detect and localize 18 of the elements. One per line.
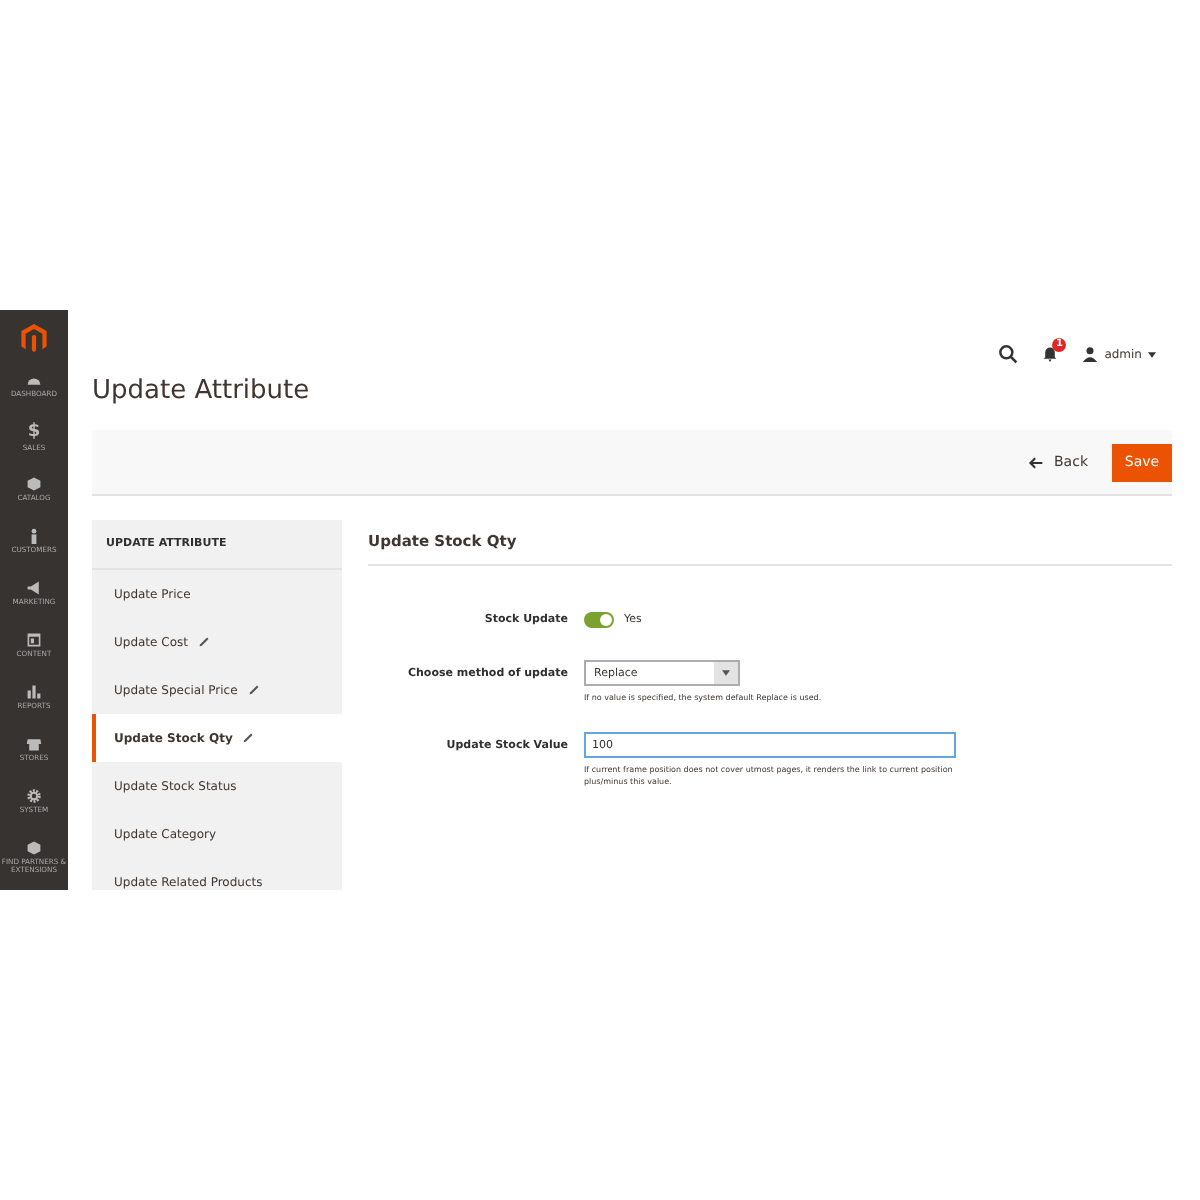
user-icon bbox=[1082, 346, 1099, 362]
page-title: Update Attribute bbox=[92, 373, 310, 405]
megaphone-icon bbox=[26, 580, 42, 596]
bars-icon bbox=[26, 684, 42, 700]
box-icon bbox=[26, 476, 42, 492]
logo-icon bbox=[20, 322, 48, 354]
dashboard-icon bbox=[26, 372, 42, 388]
arrow-icon bbox=[1028, 455, 1044, 469]
store-icon bbox=[26, 736, 42, 752]
caret-icon bbox=[722, 670, 730, 676]
box-icon bbox=[26, 840, 42, 856]
person-icon bbox=[26, 528, 42, 544]
search-icon[interactable] bbox=[998, 344, 1019, 364]
toggle-switch[interactable] bbox=[584, 611, 614, 627]
bell-icon[interactable] bbox=[1042, 346, 1059, 362]
layout-icon bbox=[26, 632, 42, 648]
settings-icon bbox=[26, 788, 42, 804]
caret-icon bbox=[1148, 351, 1156, 357]
